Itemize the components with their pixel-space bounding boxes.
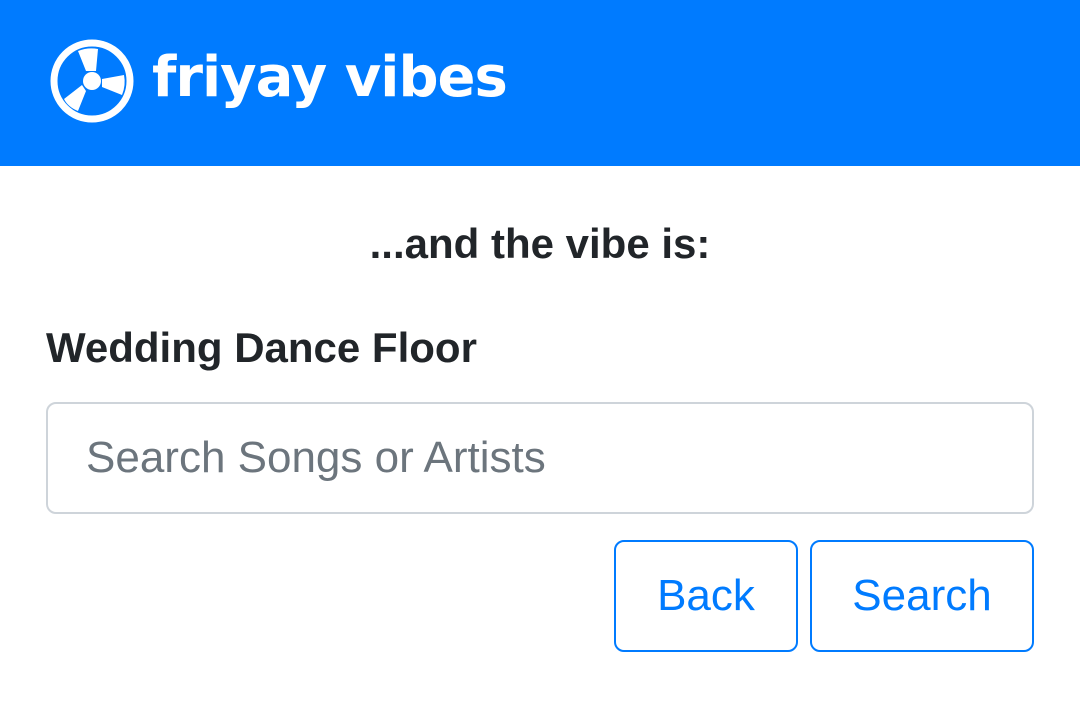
navbar: friyay vibes bbox=[0, 0, 1080, 166]
vibe-name: Wedding Dance Floor bbox=[46, 324, 477, 371]
brand-link[interactable]: friyay vibes bbox=[48, 37, 508, 125]
search-button[interactable]: Search bbox=[810, 540, 1034, 652]
fan-icon bbox=[50, 39, 134, 123]
vibe-prompt: ...and the vibe is: bbox=[369, 220, 711, 267]
back-button[interactable]: Back bbox=[614, 540, 798, 652]
brand-name: friyay vibes bbox=[152, 45, 508, 110]
search-input[interactable] bbox=[46, 402, 1034, 514]
